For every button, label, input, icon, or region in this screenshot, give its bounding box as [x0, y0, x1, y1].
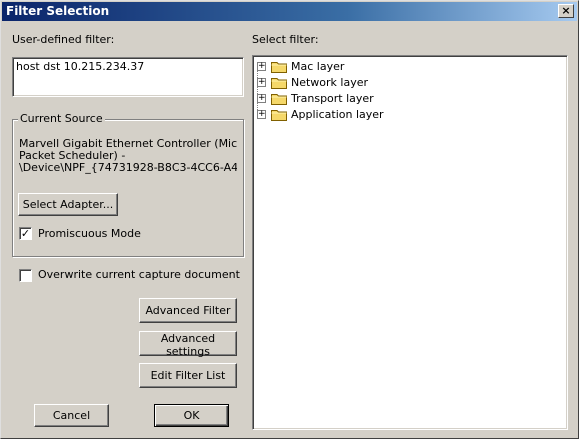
title-bar[interactable]: Filter Selection × — [2, 2, 577, 21]
folder-icon — [271, 110, 287, 121]
cancel-button[interactable]: Cancel — [34, 404, 109, 427]
filter-selection-dialog: Filter Selection × User-defined filter: … — [0, 0, 579, 439]
filter-tree[interactable]: + Mac layer + Network layer + Transport … — [252, 55, 568, 430]
promiscuous-label[interactable]: Promiscuous Mode — [38, 227, 141, 240]
overwrite-label[interactable]: Overwrite current capture document — [38, 268, 240, 281]
select-adapter-button[interactable]: Select Adapter... — [18, 193, 118, 216]
user-filter-label: User-defined filter: — [12, 33, 115, 46]
ok-button[interactable]: OK — [154, 404, 229, 427]
advanced-filter-button[interactable]: Advanced Filter — [139, 298, 237, 323]
promiscuous-checkbox[interactable]: ✓ — [19, 227, 32, 240]
current-source-legend: Current Source — [18, 112, 105, 125]
expand-icon[interactable]: + — [257, 62, 266, 71]
folder-icon — [271, 78, 287, 89]
current-source-description: Marvell Gigabit Ethernet Controller (Mic… — [19, 138, 237, 182]
expand-icon[interactable]: + — [257, 110, 266, 119]
edit-filter-list-button[interactable]: Edit Filter List — [139, 363, 237, 388]
source-line-3: \Device\NPF_{74731928-B8C3-4CC6-A4AD-E — [19, 161, 237, 174]
close-icon: × — [561, 4, 571, 17]
tree-item-label: Transport layer — [291, 92, 374, 105]
overwrite-checkbox[interactable] — [19, 269, 32, 282]
tree-item-label: Application layer — [291, 108, 384, 121]
folder-icon — [271, 94, 287, 105]
select-filter-label: Select filter: — [252, 33, 319, 46]
user-filter-input[interactable]: host dst 10.215.234.37 — [12, 57, 244, 97]
advanced-settings-button[interactable]: Advanced settings — [139, 331, 237, 358]
expand-icon[interactable]: + — [257, 94, 266, 103]
user-filter-value: host dst 10.215.234.37 — [16, 60, 145, 73]
tree-item-label: Network layer — [291, 76, 369, 89]
folder-icon — [271, 62, 287, 73]
close-button[interactable]: × — [558, 4, 574, 18]
tree-item-label: Mac layer — [291, 60, 345, 73]
window-title: Filter Selection — [6, 4, 110, 18]
expand-icon[interactable]: + — [257, 78, 266, 87]
check-icon: ✓ — [20, 227, 31, 240]
